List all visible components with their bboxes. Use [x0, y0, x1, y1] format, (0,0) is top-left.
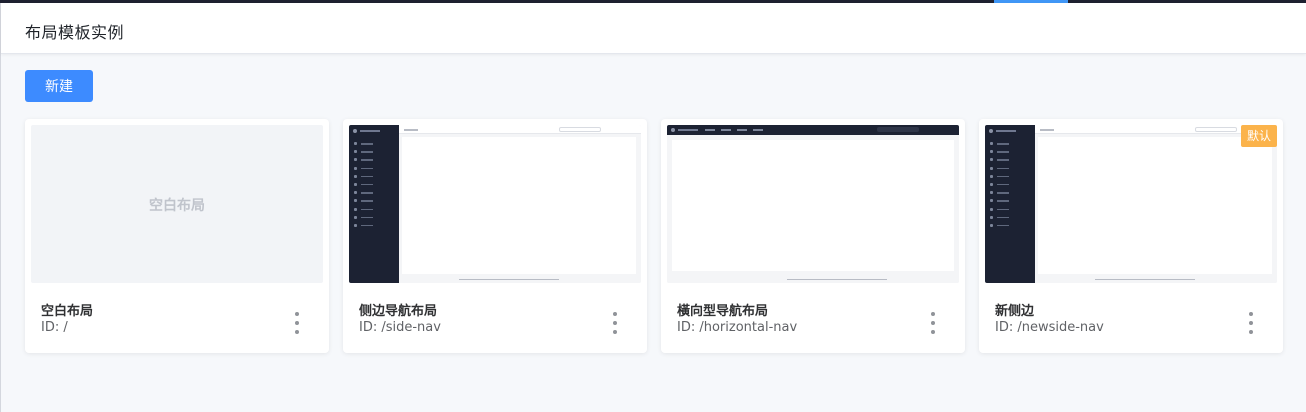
layout-preview[interactable]: 空白布局 — [31, 125, 323, 283]
layout-name: 橫向型导航布局 — [677, 304, 769, 319]
layout-card[interactable]: 默认 新侧边 ID: /newside-nav — [979, 119, 1283, 353]
layout-id: ID: /horizontal-nav — [677, 320, 798, 335]
layout-name: 侧边导航布局 — [359, 304, 438, 319]
new-button[interactable]: 新建 — [25, 70, 93, 102]
left-border — [0, 3, 1, 412]
page-title: 布局模板实例 — [25, 23, 125, 42]
more-vertical-icon[interactable] — [1241, 312, 1261, 334]
preview-topbar — [667, 125, 959, 143]
preview-main — [1035, 125, 1277, 283]
layout-preview[interactable] — [985, 125, 1277, 283]
preview-label: 空白布局 — [149, 198, 205, 214]
layout-preview[interactable] — [349, 125, 641, 283]
default-badge: 默认 — [1241, 125, 1277, 147]
layout-card[interactable]: 橫向型导航布局 ID: /horizontal-nav — [661, 119, 965, 353]
preview-sidebar — [985, 125, 1035, 283]
layout-id: ID: / — [41, 320, 68, 335]
more-vertical-icon[interactable] — [923, 312, 943, 334]
more-vertical-icon[interactable] — [605, 312, 625, 334]
layout-card[interactable]: 空白布局 空白布局 ID: / — [25, 119, 329, 353]
page-header: 布局模板实例 — [1, 3, 1306, 54]
preview-main — [399, 125, 641, 283]
more-vertical-icon[interactable] — [287, 312, 307, 334]
layout-name: 空白布局 — [41, 304, 94, 319]
layout-name: 新侧边 — [995, 304, 1035, 319]
layout-id: ID: /side-nav — [359, 320, 441, 335]
preview-sidebar — [349, 125, 399, 283]
layout-id: ID: /newside-nav — [995, 320, 1104, 335]
layout-card[interactable]: 侧边导航布局 ID: /side-nav — [343, 119, 647, 353]
preview-main — [667, 135, 959, 283]
layout-preview[interactable] — [667, 125, 959, 283]
